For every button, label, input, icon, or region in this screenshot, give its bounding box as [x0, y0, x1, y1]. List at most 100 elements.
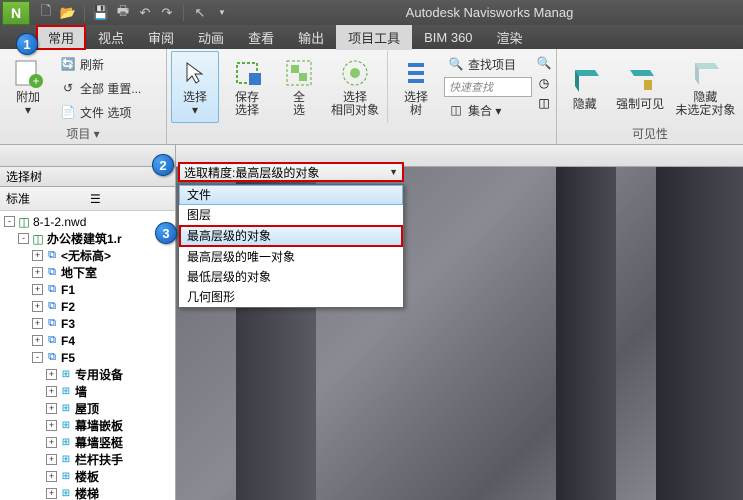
category-icon: ⊞	[59, 419, 73, 433]
tree-body[interactable]: -◫8-1-2.nwd -◫办公楼建筑1.r +⧉<无标高> +⧉地下室 +⧉F…	[0, 211, 175, 500]
tree-category[interactable]: +⊞专用设备	[0, 366, 175, 383]
select-same-button[interactable]: 选择 相同对象	[327, 51, 383, 123]
panel-title-visibility[interactable]: 可见性	[561, 123, 739, 144]
svg-text:+: +	[32, 74, 39, 88]
sets-button[interactable]: ◫集合 ▾	[444, 99, 532, 121]
selection-tree-button[interactable]: 选择 树	[392, 51, 440, 123]
tree-level[interactable]: +⧉F3	[0, 315, 175, 332]
tree-toolbar-icon[interactable]: ☰	[90, 192, 101, 206]
refresh-button[interactable]: 🔄刷新	[56, 53, 145, 75]
panel-title-project[interactable]: 项目 ▾	[4, 123, 162, 144]
undo-icon[interactable]: ↶	[137, 5, 153, 21]
menu-bim360[interactable]: BIM 360	[412, 27, 484, 48]
panel-title-select[interactable]	[171, 140, 552, 144]
expand-icon[interactable]: +	[32, 284, 43, 295]
menubar: 常用 视点 审阅 动画 查看 输出 项目工具 BIM 360 渲染	[0, 25, 743, 49]
new-icon[interactable]: 🗋	[38, 5, 54, 21]
menu-item-tools[interactable]: 项目工具	[336, 25, 412, 50]
expand-icon[interactable]: +	[46, 471, 57, 482]
tree-building[interactable]: -◫办公楼建筑1.r	[0, 230, 175, 247]
select-icon[interactable]: ↖	[192, 5, 208, 21]
expand-icon[interactable]: +	[46, 403, 57, 414]
collapse-icon[interactable]: -	[32, 352, 43, 363]
dropdown-item-file[interactable]: 文件	[179, 185, 403, 205]
quick-find-input[interactable]: 快速查找	[444, 77, 532, 97]
expand-icon[interactable]: +	[46, 437, 57, 448]
menu-output[interactable]: 输出	[286, 25, 336, 50]
menu-home[interactable]: 常用	[36, 25, 86, 50]
tree-level[interactable]: +⧉F4	[0, 332, 175, 349]
category-icon: ⊞	[59, 385, 73, 399]
append-button[interactable]: + 附加▾	[4, 51, 52, 123]
selection-resolution-combo[interactable]: 选取精度:最高层级的对象 ▼	[178, 162, 404, 182]
expand-icon[interactable]: +	[32, 250, 43, 261]
expand-icon[interactable]: +	[32, 335, 43, 346]
reset-all-button[interactable]: ↺全部 重置...	[56, 77, 145, 99]
category-icon: ⊞	[59, 368, 73, 382]
tree-category[interactable]: +⊞楼梯	[0, 485, 175, 500]
menu-review[interactable]: 审阅	[136, 25, 186, 50]
separator	[84, 5, 85, 21]
tree-level[interactable]: -⧉F5	[0, 349, 175, 366]
dropdown-item-top-level[interactable]: 最高层级的对象	[179, 225, 403, 247]
tree-category[interactable]: +⊞栏杆扶手	[0, 451, 175, 468]
tree-level[interactable]: +⧉<无标高>	[0, 247, 175, 264]
select-all-button[interactable]: 全 选	[275, 51, 323, 123]
expand-icon[interactable]: +	[32, 267, 43, 278]
chevron-down-icon: ▼	[389, 167, 398, 177]
tree-level[interactable]: +⧉地下室	[0, 264, 175, 281]
tree-mode-label[interactable]: 标准	[6, 190, 30, 207]
redo-icon[interactable]: ↷	[159, 5, 175, 21]
expand-icon[interactable]: +	[32, 318, 43, 329]
expand-icon[interactable]: +	[46, 386, 57, 397]
level-icon: ⧉	[45, 334, 59, 348]
tool-icon-2[interactable]: ◷	[536, 75, 552, 91]
menu-render[interactable]: 渲染	[485, 25, 535, 50]
hide-unselected-button[interactable]: 隐藏 未选定对象	[672, 51, 739, 123]
tree-level[interactable]: +⧉F1	[0, 281, 175, 298]
save-selection-button[interactable]: 保存 选择	[223, 51, 271, 123]
expand-icon[interactable]: +	[32, 301, 43, 312]
menu-viewpoint[interactable]: 视点	[86, 25, 136, 50]
menu-animation[interactable]: 动画	[186, 25, 236, 50]
open-icon[interactable]: 📂	[60, 5, 76, 21]
dropdown-item-layer[interactable]: 图层	[179, 205, 403, 225]
level-icon: ⧉	[45, 300, 59, 314]
app-logo[interactable]: N	[2, 1, 30, 25]
tree-category[interactable]: +⊞幕墙嵌板	[0, 417, 175, 434]
collapse-icon[interactable]: -	[18, 233, 29, 244]
file-icon: 📄	[60, 104, 76, 120]
file-icon: ◫	[31, 232, 45, 246]
hide-button[interactable]: 隐藏	[561, 51, 608, 123]
tree-category[interactable]: +⊞幕墙竖梃	[0, 434, 175, 451]
expand-icon[interactable]: +	[46, 420, 57, 431]
tree-root[interactable]: -◫8-1-2.nwd	[0, 213, 175, 230]
select-button[interactable]: 选择▾	[171, 51, 219, 123]
print-icon[interactable]: 🖶	[115, 5, 131, 21]
nwd-icon: ◫	[17, 215, 31, 229]
tool-icon-3[interactable]: ◫	[536, 95, 552, 111]
dropdown-item-geometry[interactable]: 几何图形	[179, 287, 403, 307]
find-items-button[interactable]: 🔍查找项目	[444, 53, 532, 75]
tree-category[interactable]: +⊞墙	[0, 383, 175, 400]
expand-icon[interactable]: +	[46, 369, 57, 380]
refresh-icon: 🔄	[60, 56, 76, 72]
tree-level[interactable]: +⧉F2	[0, 298, 175, 315]
tree-category[interactable]: +⊞屋顶	[0, 400, 175, 417]
expand-icon[interactable]: +	[46, 488, 57, 499]
dropdown-item-top-unique[interactable]: 最高层级的唯一对象	[179, 247, 403, 267]
category-icon: ⊞	[59, 487, 73, 500]
level-icon: ⧉	[45, 266, 59, 280]
file-options-button[interactable]: 📄文件 选项	[56, 101, 145, 123]
expand-icon[interactable]: +	[46, 454, 57, 465]
menu-view[interactable]: 查看	[236, 25, 286, 50]
tool-icon-1[interactable]: 🔍	[536, 55, 552, 71]
level-icon: ⧉	[45, 283, 59, 297]
tree-category[interactable]: +⊞楼板	[0, 468, 175, 485]
force-visible-button[interactable]: 强制可见	[612, 51, 667, 123]
tree-toolbar: 标准 ☰	[0, 187, 175, 211]
dropdown-item-lowest[interactable]: 最低层级的对象	[179, 267, 403, 287]
collapse-icon[interactable]: -	[4, 216, 15, 227]
dropdown-icon[interactable]: ▼	[214, 5, 230, 21]
save-icon[interactable]: 💾	[93, 5, 109, 21]
